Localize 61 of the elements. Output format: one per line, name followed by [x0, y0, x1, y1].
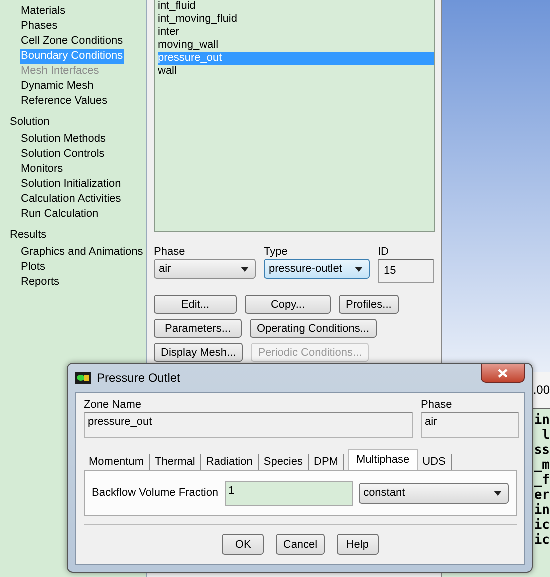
phase-field[interactable]: air — [421, 412, 519, 438]
app-icon — [75, 372, 91, 384]
tree-item[interactable]: Cell Zone Conditions — [20, 34, 124, 49]
tree-item[interactable]: Reports — [20, 275, 61, 290]
dialog-button[interactable]: OK — [222, 534, 264, 555]
tree-heading[interactable]: Results — [0, 224, 146, 245]
tree-item[interactable]: Monitors — [20, 162, 64, 177]
console-line: ic — [534, 518, 550, 533]
tree-item[interactable]: Plots — [20, 260, 46, 275]
field-label: Type — [264, 246, 289, 258]
tree-item[interactable]: Solution Controls — [20, 147, 106, 162]
type-dropdown[interactable]: pressure-outlet — [264, 259, 370, 279]
action-button[interactable]: Edit... — [154, 295, 237, 314]
dialog-button[interactable]: Help — [336, 534, 379, 555]
console-reading: .00 — [533, 383, 550, 397]
tree-item[interactable]: Run Calculation — [20, 207, 100, 222]
tree-item[interactable]: Calculation Activities — [20, 192, 122, 207]
console-line: ic — [534, 533, 550, 548]
phase-dropdown[interactable]: air — [154, 259, 256, 279]
caret-icon — [241, 266, 249, 272]
action-button[interactable]: Copy... — [245, 295, 331, 314]
tree-item[interactable]: Solution Methods — [20, 132, 107, 147]
zone-item[interactable]: moving_wall — [158, 39, 434, 52]
zone-item[interactable]: inter — [158, 26, 434, 39]
tab[interactable]: Multiphase — [348, 449, 418, 470]
console-line: in — [534, 503, 550, 518]
action-button[interactable]: Profiles... — [339, 295, 399, 314]
action-button[interactable]: Display Mesh... — [154, 343, 244, 362]
tree-item[interactable]: Graphics and Animations — [20, 245, 144, 260]
caret-icon — [494, 490, 502, 496]
caret-icon — [355, 266, 363, 272]
console-line: in — [534, 413, 550, 428]
console-line: _m — [534, 458, 550, 473]
console-line: er — [534, 488, 550, 503]
field-label: Zone Name — [84, 399, 142, 411]
console-line: _f — [534, 473, 550, 488]
backflow-field[interactable]: 1 — [224, 480, 353, 506]
tree-item[interactable]: Materials — [20, 4, 67, 19]
close-button[interactable] — [481, 364, 525, 383]
field-label: Phase — [421, 399, 454, 411]
tree-item[interactable]: Dynamic Mesh — [20, 79, 95, 94]
tree-item[interactable]: Reference Values — [20, 94, 109, 109]
action-button[interactable]: Operating Conditions... — [250, 319, 377, 338]
field-label: Backflow Volume Fraction — [92, 487, 219, 499]
zone-item[interactable]: int_moving_fluid — [158, 13, 434, 26]
zone-item[interactable]: int_fluid — [158, 0, 434, 13]
id-field[interactable]: 15 — [378, 259, 434, 283]
method-dropdown[interactable]: constant — [358, 482, 509, 504]
action-button[interactable]: Parameters... — [154, 319, 242, 338]
tree-item[interactable]: Phases — [20, 19, 59, 34]
dialog-button[interactable]: Cancel — [276, 534, 325, 555]
tree-item[interactable]: Solution Initialization — [20, 177, 122, 192]
close-icon — [498, 368, 508, 378]
console-line: ss — [534, 443, 550, 458]
field-label: ID — [378, 246, 390, 258]
zone-name-field[interactable]: pressure_out — [84, 412, 413, 438]
zone-item[interactable]: wall — [158, 65, 434, 78]
console-line: l — [542, 428, 550, 443]
tree-heading[interactable]: Solution — [0, 111, 146, 132]
field-label: Phase — [154, 246, 186, 258]
dialog-title: Pressure Outlet — [97, 371, 180, 385]
